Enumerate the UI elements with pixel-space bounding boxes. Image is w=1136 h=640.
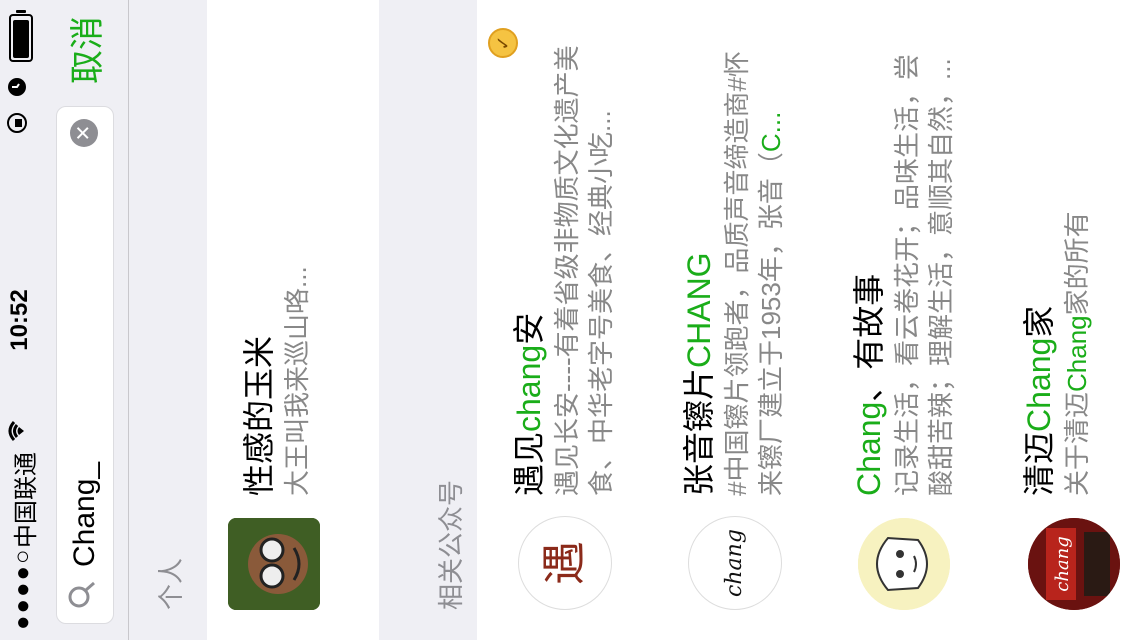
avatar: chang: [1028, 518, 1120, 610]
search-icon: [67, 581, 104, 609]
rotation-lock-icon: [6, 112, 35, 134]
account-name: Chang、有故事: [851, 273, 887, 496]
verified-badge-icon: ✓: [488, 28, 518, 58]
contact-name: 性感的玉米: [241, 335, 277, 496]
svg-text:chang: chang: [1052, 536, 1073, 592]
status-right-group: [6, 14, 35, 134]
avatar: 遇: [518, 516, 612, 610]
search-query-text: Chang_: [68, 461, 101, 567]
search-bar: Chang_ ✕ 取消: [40, 0, 129, 640]
clear-search-icon[interactable]: ✕: [70, 119, 98, 147]
account-description: 记录生活，看云卷花开；品味生活，尝酸甜苦辣；理解生活，意顺其自然，...: [892, 53, 956, 496]
cancel-button[interactable]: 取消: [60, 16, 109, 84]
contact-signature: 大王叫我来巡山咯...: [282, 266, 312, 496]
account-name: 清迈Chang家: [1021, 305, 1057, 496]
account-name: 遇见chang安: [511, 312, 547, 496]
section-title-official-accounts: 相关公众号: [436, 479, 466, 610]
search-input[interactable]: Chang_ ✕: [56, 106, 114, 624]
list-item[interactable]: 性感的玉米 大王叫我来巡山咯...: [208, 0, 378, 640]
section-header-personal: 个人: [129, 0, 207, 640]
account-description: 遇见长安----有着省级非物质文化遗产美食、中华老字号美食、经典小吃...: [552, 45, 616, 496]
avatar: [858, 518, 950, 610]
battery-icon: [8, 14, 33, 62]
section-header-official-accounts: 相关公众号: [379, 0, 477, 640]
section-title-personal: 个人: [156, 557, 186, 610]
alarm-icon: [6, 76, 35, 98]
avatar: chang: [688, 516, 782, 610]
status-bar: ●●●●○ 中国联通 10:52: [0, 0, 40, 640]
list-item[interactable]: 遇 遇见chang安 遇见长安----有着省级非物质文化遗产美食、中华老字号美食…: [478, 0, 648, 640]
list-item[interactable]: chang 张音镲片CHANG #中国镲片领跑者，品质声音缔造商#怀来镲厂建立于…: [648, 0, 818, 640]
account-description: 关于清迈Chang家的所有: [1062, 211, 1092, 496]
list-item[interactable]: chang 清迈Chang家 关于清迈Chang家的所有: [988, 0, 1136, 640]
list-item[interactable]: Chang、有故事 记录生活，看云卷花开；品味生活，尝酸甜苦辣；理解生活，意顺其…: [818, 0, 988, 640]
avatar: [228, 518, 320, 610]
account-description: #中国镲片领跑者，品质声音缔造商#怀来镲厂建立于1953年，张音（C...: [722, 51, 786, 496]
account-name: 张音镲片CHANG: [681, 252, 717, 496]
